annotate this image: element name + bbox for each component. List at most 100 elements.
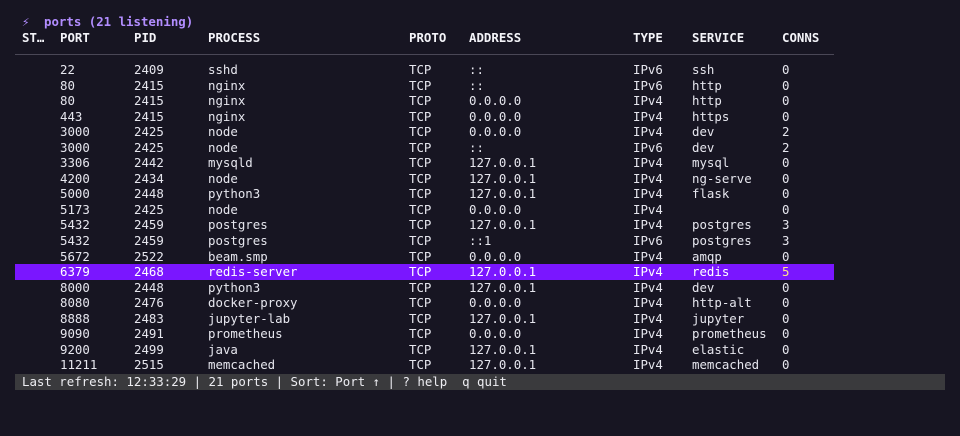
- cell-process: postgres: [208, 233, 268, 249]
- cell-pid: 2442: [134, 155, 164, 171]
- table-row[interactable]: 9090 2491 prometheus TCP 0.0.0.0 IPv4 promethe…: [15, 326, 834, 342]
- table-row[interactable]: 5432 2459 postgres TCP 127.0.0.1 IPv4 postgres…: [15, 217, 834, 233]
- cell-port: 5432: [60, 217, 90, 233]
- cell-process: prometheus: [208, 326, 283, 342]
- cell-service: postgres: [692, 233, 752, 249]
- status-bar: Last refresh: 12:33:29 | 21 ports | Sort…: [15, 374, 945, 390]
- table-row[interactable]: 3000 2425 node TCP:: IPv6 dev 2: [15, 140, 834, 156]
- cell-proto: TCP: [409, 295, 432, 311]
- cell-conns: 0: [782, 341, 790, 357]
- cell-address: 127.0.0.1: [469, 155, 537, 171]
- cell-conns: 2: [782, 124, 790, 140]
- table-row[interactable]: 5672 2522 beam.smp TCP 0.0.0.0 IPv4 amqp 0: [15, 249, 834, 265]
- cell-service: http: [692, 77, 722, 93]
- table-row[interactable]: 443 2415 nginx TCP 0.0.0.0 IPv4 https 0: [15, 109, 834, 125]
- cell-proto: TCP: [409, 233, 432, 249]
- cell-address: 127.0.0.1: [469, 264, 537, 280]
- cell-port: 5432: [60, 233, 90, 249]
- cell-pid: 2415: [134, 93, 164, 109]
- cell-port: 9200: [60, 341, 90, 357]
- cell-pid: 2425: [134, 139, 164, 155]
- cell-process: nginx: [208, 77, 246, 93]
- cell-type: IPv4: [633, 170, 663, 186]
- cell-address: 127.0.0.1: [469, 170, 537, 186]
- cell-service: https: [692, 108, 730, 124]
- table-row[interactable]: 4200 2434 node TCP 127.0.0.1 IPv4 ng-serve 0: [15, 171, 834, 187]
- cell-proto: TCP: [409, 62, 432, 77]
- column-header-pid[interactable]: PID: [134, 29, 156, 47]
- cell-type: IPv4: [633, 326, 663, 342]
- cell-pid: 2409: [134, 62, 164, 77]
- table-row[interactable]: 8080 2476 docker-proxy TCP 0.0.0.0 IPv4 http-a…: [15, 295, 834, 311]
- ports-table[interactable]: ST… PORT PID PROCESS PROTO ADDRESS TYPE …: [15, 29, 834, 373]
- column-header-st[interactable]: ST…: [22, 29, 50, 47]
- cell-type: IPv6: [633, 62, 663, 77]
- cell-proto: TCP: [409, 170, 432, 186]
- column-header-port[interactable]: PORT: [60, 29, 90, 47]
- cell-proto: TCP: [409, 108, 432, 124]
- cell-conns: 2: [782, 139, 790, 155]
- cell-proto: TCP: [409, 155, 432, 171]
- table-row[interactable]: 5173 2425 node TCP 0.0.0.0 IPv4 0: [15, 202, 834, 218]
- cell-address: 0.0.0.0: [469, 93, 522, 109]
- table-row[interactable]: 3306 2442 mysqld TCP 127.0.0.1 IPv4 mysql 0: [15, 155, 834, 171]
- cell-process: postgres: [208, 217, 268, 233]
- cell-pid: 2425: [134, 201, 164, 217]
- cell-address: 0.0.0.0: [469, 124, 522, 140]
- cell-type: IPv4: [633, 217, 663, 233]
- cell-port: 22: [60, 62, 75, 77]
- table-row[interactable]: 8000 2448 python3 TCP 127.0.0.1 IPv4 dev 0: [15, 280, 834, 296]
- cell-pid: 2522: [134, 248, 164, 264]
- cell-type: IPv4: [633, 155, 663, 171]
- table-row[interactable]: 3000 2425 node TCP 0.0.0.0 IPv4 dev 2: [15, 124, 834, 140]
- cell-proto: TCP: [409, 326, 432, 342]
- cell-address: 0.0.0.0: [469, 108, 522, 124]
- column-header-type[interactable]: TYPE: [633, 29, 663, 47]
- cell-conns: 0: [782, 295, 790, 311]
- cell-conns: 0: [782, 357, 790, 373]
- cell-process: node: [208, 170, 238, 186]
- cell-process: python3: [208, 279, 261, 295]
- table-row[interactable]: 80 2415 nginx TCP 0.0.0.0 IPv4 http 0: [15, 93, 834, 109]
- cell-proto: TCP: [409, 93, 432, 109]
- cell-proto: TCP: [409, 279, 432, 295]
- table-row[interactable]: 5000 2448 python3 TCP 127.0.0.1 IPv4 flask 0: [15, 186, 834, 202]
- table-row[interactable]: 22 2409 sshd TCP:: IPv6 ssh 0: [15, 62, 834, 78]
- title-bar: ⚡ ports (21 listening): [22, 13, 193, 29]
- table-row[interactable]: 8888 2483 jupyter-lab TCP 127.0.0.1 IPv4 jupyt…: [15, 311, 834, 327]
- cell-type: IPv4: [633, 124, 663, 140]
- column-header-conns[interactable]: CONNS: [782, 29, 819, 47]
- cell-address: ::1: [469, 233, 492, 249]
- table-row[interactable]: 5432 2459 postgres TCP::1 IPv6 postgres 3: [15, 233, 834, 249]
- cell-pid: 2491: [134, 326, 164, 342]
- cell-port: 6379: [60, 264, 90, 280]
- table-row[interactable]: 80 2415 nginx TCP:: IPv6 http 0: [15, 78, 834, 94]
- column-header-proto[interactable]: PROTO: [409, 29, 446, 47]
- cell-pid: 2434: [134, 170, 164, 186]
- cell-conns: 0: [782, 93, 790, 109]
- cell-pid: 2448: [134, 279, 164, 295]
- cell-proto: TCP: [409, 310, 432, 326]
- cell-service: amqp: [692, 248, 722, 264]
- table-row[interactable]: 9200 2499 java TCP 127.0.0.1 IPv4 elastic 0: [15, 342, 834, 358]
- cell-conns: 3: [782, 233, 790, 249]
- cell-port: 5672: [60, 248, 90, 264]
- table-row[interactable]: 11211 2515 memcached TCP 127.0.0.1 IPv4 memcac…: [15, 357, 834, 373]
- cell-service: http-alt: [692, 295, 752, 311]
- column-header-service[interactable]: SERVICE: [692, 29, 744, 47]
- lightning-icon: ⚡: [22, 13, 30, 29]
- cell-service: ssh: [692, 62, 715, 77]
- column-header-process[interactable]: PROCESS: [208, 29, 260, 47]
- cell-service: dev: [692, 279, 715, 295]
- cell-process: jupyter-lab: [208, 310, 291, 326]
- cell-service: ng-serve: [692, 170, 752, 186]
- column-header-address[interactable]: ADDRESS: [469, 29, 521, 47]
- cell-address: 127.0.0.1: [469, 186, 537, 202]
- cell-process: node: [208, 139, 238, 155]
- cell-conns: 0: [782, 108, 790, 124]
- cell-conns: 0: [782, 326, 790, 342]
- cell-proto: TCP: [409, 357, 432, 373]
- cell-conns: 5: [782, 264, 790, 280]
- cell-conns: 0: [782, 62, 790, 77]
- table-row[interactable]: 6379 2468 redis-server TCP 127.0.0.1 IPv4 redi…: [15, 264, 834, 280]
